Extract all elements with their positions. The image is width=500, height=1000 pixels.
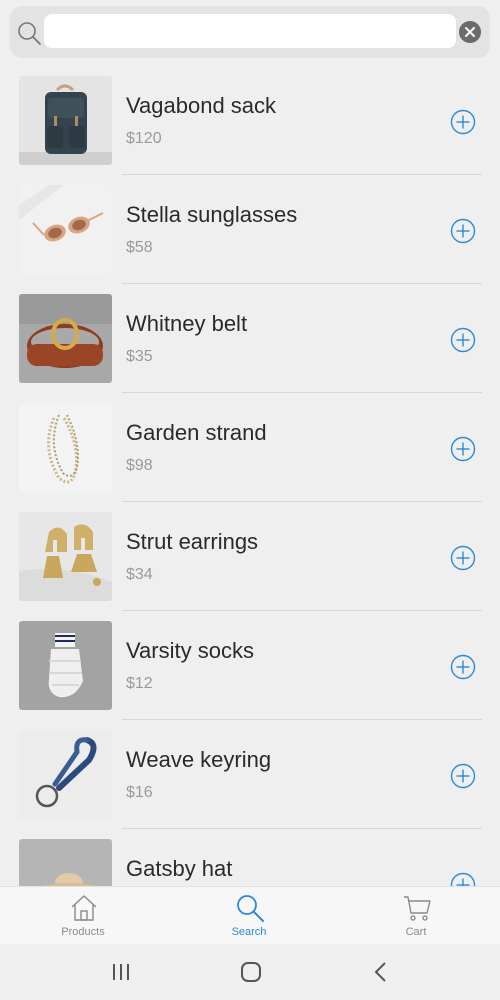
product-name: Whitney belt: [126, 311, 248, 336]
tab-products[interactable]: Products: [0, 887, 166, 945]
product-price: $120: [126, 130, 162, 147]
backpack-image: [19, 76, 112, 165]
search-input[interactable]: [44, 14, 456, 48]
add-to-cart-icon[interactable]: [450, 872, 476, 886]
product-list: Vagabond sack $120 Stella sunglasses $58: [0, 66, 500, 886]
necklace-image: [19, 403, 112, 492]
list-item[interactable]: Stella sunglasses $58: [0, 175, 500, 284]
product-thumbnail: [19, 730, 112, 819]
tab-bar: Products Search Cart: [0, 886, 500, 944]
socks-image: [19, 621, 112, 710]
back-icon[interactable]: [366, 958, 396, 986]
earrings-image: [19, 512, 112, 601]
system-nav-bar: [0, 944, 500, 1000]
product-thumbnail: [19, 403, 112, 492]
belt-image: [19, 294, 112, 383]
search-icon: [18, 22, 41, 45]
hat-image: [19, 839, 112, 886]
add-to-cart-icon[interactable]: [450, 654, 476, 680]
list-item[interactable]: Garden strand $98: [0, 393, 500, 502]
product-name: Garden strand: [126, 420, 267, 445]
product-name: Strut earrings: [126, 529, 259, 554]
product-name: Weave keyring: [126, 747, 272, 772]
sunglasses-image: [19, 185, 112, 274]
product-thumbnail: [19, 512, 112, 601]
product-name: Stella sunglasses: [126, 202, 298, 227]
product-thumbnail: [19, 839, 112, 886]
list-item[interactable]: Varsity socks $12: [0, 611, 500, 720]
product-name: Vagabond sack: [126, 93, 277, 118]
keyring-image: [19, 730, 112, 819]
tab-cart[interactable]: Cart: [333, 887, 499, 945]
home-icon: [71, 895, 97, 921]
recent-apps-icon[interactable]: [106, 958, 136, 986]
product-thumbnail: [19, 76, 112, 165]
tab-label: Cart: [405, 926, 427, 938]
search-bar: [10, 6, 490, 58]
product-thumbnail: [19, 294, 112, 383]
cart-icon: [404, 896, 431, 921]
add-to-cart-icon[interactable]: [450, 109, 476, 135]
product-name: Varsity socks: [126, 638, 254, 663]
add-to-cart-icon[interactable]: [450, 763, 476, 789]
home-button-icon[interactable]: [236, 958, 266, 986]
product-thumbnail: [19, 621, 112, 710]
product-price: $58: [126, 239, 153, 256]
list-item[interactable]: Vagabond sack $120: [0, 66, 500, 175]
add-to-cart-icon[interactable]: [450, 327, 476, 353]
add-to-cart-icon[interactable]: [450, 436, 476, 462]
product-price: $35: [126, 348, 153, 365]
list-item[interactable]: Strut earrings $34: [0, 502, 500, 611]
list-item[interactable]: Gatsby hat: [0, 829, 500, 886]
list-item[interactable]: Whitney belt $35: [0, 284, 500, 393]
product-price: $34: [126, 566, 153, 583]
tab-search[interactable]: Search: [166, 887, 332, 945]
add-to-cart-icon[interactable]: [450, 545, 476, 571]
tab-label: Search: [231, 926, 267, 938]
product-price: $16: [126, 784, 153, 801]
product-price: $98: [126, 457, 153, 474]
add-to-cart-icon[interactable]: [450, 218, 476, 244]
product-thumbnail: [19, 185, 112, 274]
product-price: $12: [126, 675, 153, 692]
tab-label: Products: [61, 926, 105, 938]
list-item[interactable]: Weave keyring $16: [0, 720, 500, 829]
clear-search-button[interactable]: [459, 21, 481, 43]
product-name: Gatsby hat: [126, 856, 233, 881]
search-icon: [237, 895, 264, 922]
